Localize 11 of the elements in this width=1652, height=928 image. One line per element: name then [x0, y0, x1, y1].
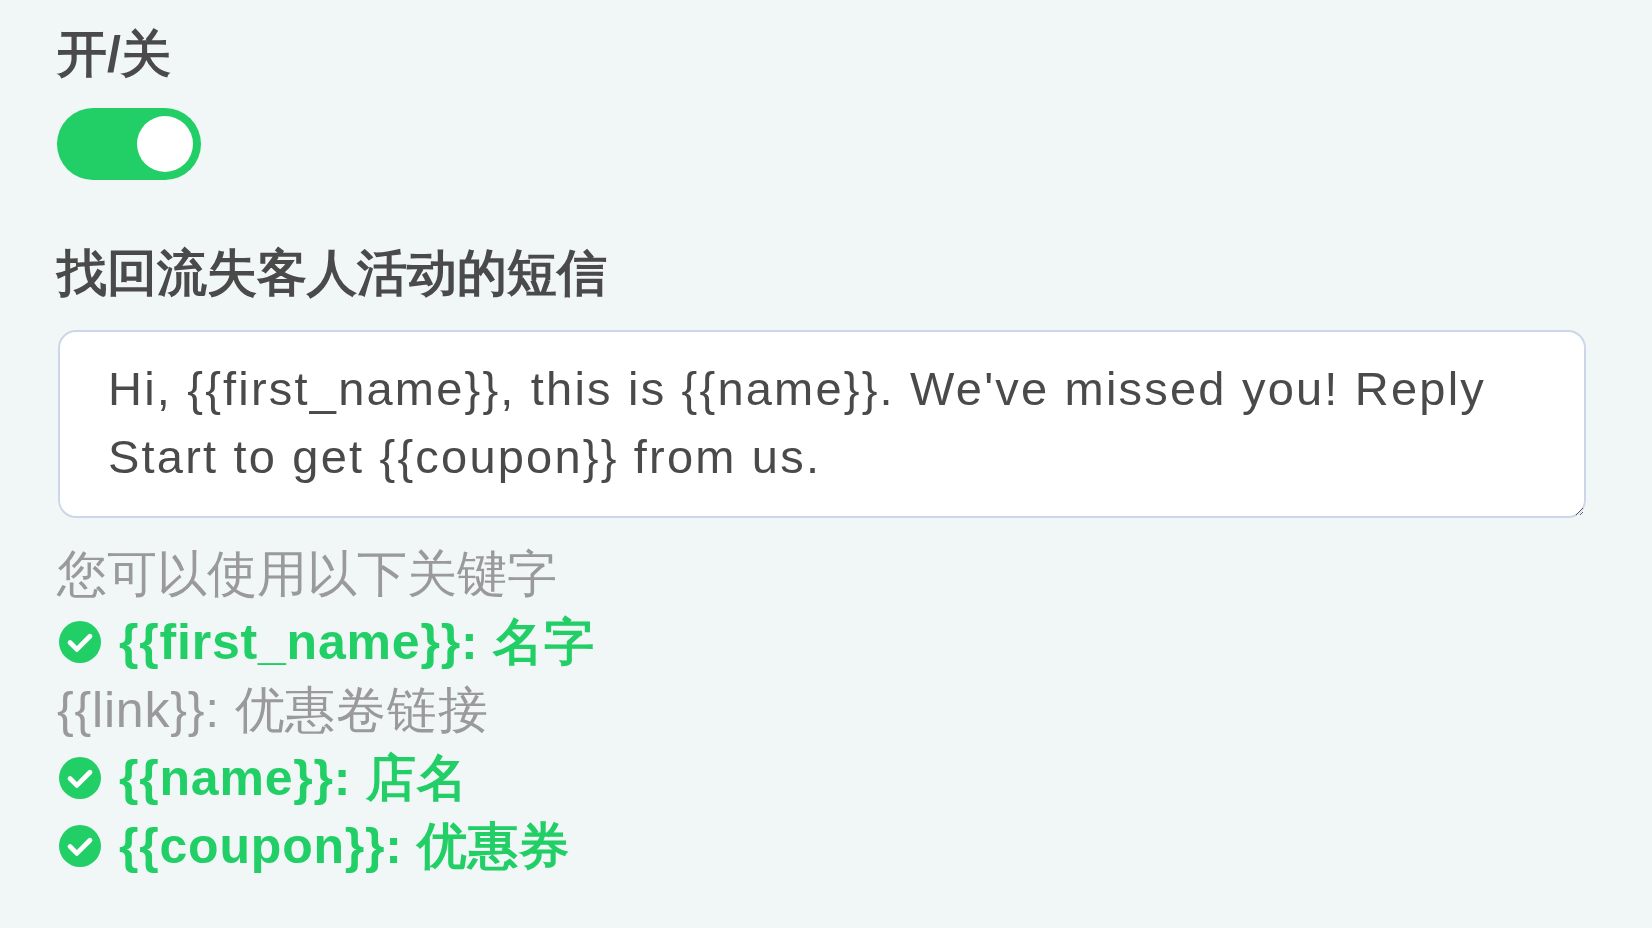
- keywords-hint: 您可以使用以下关键字: [57, 545, 557, 604]
- message-field[interactable]: Hi, {{first_name}}, this is {{name}}. We've missed you! Reply Start to get {{coupon}} from us.: [58, 330, 1586, 518]
- check-icon: [59, 825, 101, 867]
- keyword-text: {{link}}: 优惠卷链接: [57, 681, 489, 740]
- check-icon: [59, 621, 101, 663]
- toggle-label: 开/关: [57, 27, 171, 82]
- message-label: 找回流失客人活动的短信: [57, 246, 607, 301]
- keyword-text: {{name}}: 店名: [119, 749, 468, 808]
- keyword-text: {{first_name}}: 名字: [119, 613, 595, 672]
- keyword-text: {{coupon}}: 优惠券: [119, 817, 570, 876]
- check-icon: [59, 757, 101, 799]
